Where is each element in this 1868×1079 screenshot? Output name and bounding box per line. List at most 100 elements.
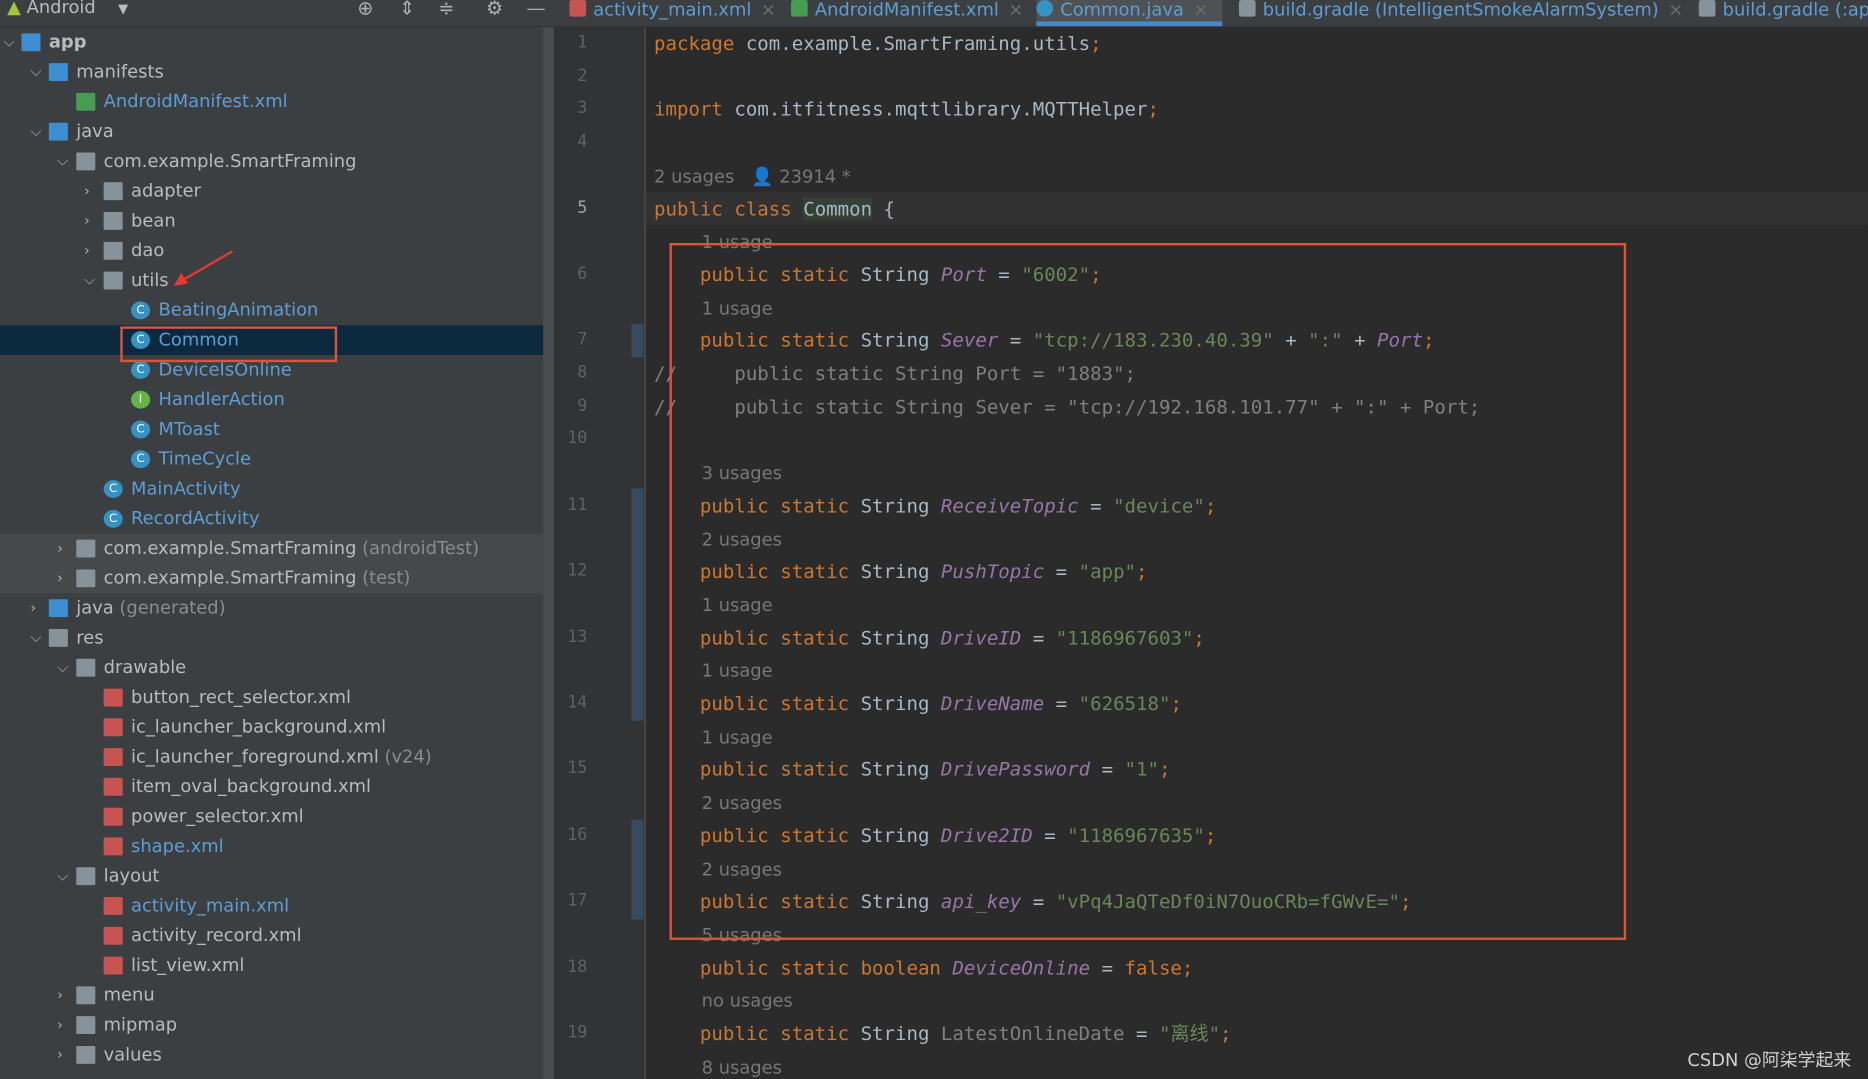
chevron-down-icon[interactable]: ⌵ <box>57 653 68 683</box>
tree-item-power-selector-xml[interactable]: power_selector.xml <box>0 802 543 832</box>
gear-icon[interactable]: ⚙ <box>486 0 503 19</box>
tree-item-com-example-smartframing[interactable]: › com.example.SmartFraming (test) <box>0 563 544 594</box>
tab-build-gradle-intelligentsmokealarmsystem-[interactable]: build.gradle (IntelligentSmokeAlarmSyste… <box>1238 0 1683 26</box>
chevron-down-icon[interactable]: ⌵ <box>30 57 41 87</box>
chevron-down-icon[interactable]: ⌵ <box>30 117 41 147</box>
line-number: 1 <box>577 33 588 53</box>
chevron-right-icon[interactable]: › <box>57 534 63 564</box>
tree-item-ic-launcher-background-xml[interactable]: ic_launcher_background.xml <box>0 712 543 742</box>
close-icon[interactable]: × <box>1193 0 1208 20</box>
tree-item-adapter[interactable]: › adapter <box>0 176 543 206</box>
chevron-down-icon[interactable]: ⌵ <box>57 861 68 891</box>
class-icon <box>1036 0 1054 17</box>
manifest-icon <box>76 92 96 111</box>
usage-hint[interactable]: no usages <box>702 989 793 1013</box>
code-line[interactable]: package com.example.SmartFraming.utils; <box>654 32 1102 56</box>
chevron-right-icon[interactable]: › <box>84 176 90 206</box>
chevron-down-icon[interactable]: ⌵ <box>57 147 68 177</box>
tree-item-mtoast[interactable]: C MToast <box>0 415 543 445</box>
folder-icon <box>76 152 96 171</box>
tree-item-res[interactable]: ⌵ res <box>0 623 543 653</box>
tree-item-button-rect-selector-xml[interactable]: button_rect_selector.xml <box>0 683 543 713</box>
line-number: 5 <box>577 198 588 218</box>
tab-build-gradle-ap[interactable]: build.gradle (:ap <box>1698 0 1868 26</box>
line-number: 8 <box>577 363 588 383</box>
line-number: 3 <box>577 99 588 119</box>
close-icon[interactable]: × <box>761 0 776 20</box>
tree-item-activity-main-xml[interactable]: activity_main.xml <box>0 891 543 921</box>
usage-hint[interactable]: 2 usages 👤 23914 * <box>654 164 851 188</box>
tree-item-bean[interactable]: › bean <box>0 206 543 236</box>
folder-icon <box>76 539 96 558</box>
chevron-down-icon[interactable]: ⌵ <box>4 27 15 57</box>
code-line[interactable]: import com.itfitness.mqttlibrary.MQTTHel… <box>654 98 1159 122</box>
tree-item-mipmap[interactable]: › mipmap <box>0 1010 543 1040</box>
xml-file-icon <box>103 748 123 767</box>
tree-item-list-view-xml[interactable]: list_view.xml <box>0 951 543 981</box>
chevron-down-icon: ▼ <box>118 1 129 17</box>
xml-file-icon <box>103 718 123 737</box>
tree-item-beatinganimation[interactable]: C BeatingAnimation <box>0 295 543 325</box>
tree-item-handleraction[interactable]: I HandlerAction <box>0 385 543 415</box>
xml-file-icon <box>103 807 123 826</box>
tab-common-java[interactable]: Common.java × <box>1036 0 1223 27</box>
xml-file-icon <box>103 777 123 796</box>
project-tree: ⌵ app ⌵ manifests AndroidManifest.xml ⌵ java ⌵ c… <box>0 27 554 1079</box>
chevron-right-icon[interactable]: › <box>30 593 36 623</box>
red-arrow-icon <box>173 250 233 286</box>
usage-hint[interactable]: 8 usages <box>702 1055 782 1079</box>
tree-item-com-example-smartframing[interactable]: › com.example.SmartFraming (androidTest) <box>0 533 544 564</box>
folder-icon <box>48 122 68 141</box>
tree-item-timecycle[interactable]: C TimeCycle <box>0 444 543 474</box>
code-line[interactable]: public static String LatestOnlineDate = … <box>654 1022 1232 1046</box>
chevron-right-icon[interactable]: › <box>57 1040 63 1070</box>
tab-activity-main-xml[interactable]: activity_main.xml × <box>569 0 776 26</box>
tree-item-dao[interactable]: › dao <box>0 236 543 266</box>
sidebar-scrollbar[interactable] <box>543 27 554 1079</box>
tree-item-mainactivity[interactable]: C MainActivity <box>0 474 543 504</box>
code-token: = <box>1124 1022 1159 1045</box>
folder-icon <box>76 569 96 588</box>
line-number: 12 <box>567 561 588 581</box>
minimize-icon[interactable]: — <box>527 0 546 19</box>
tree-item-activity-record-xml[interactable]: activity_record.xml <box>0 921 543 951</box>
tree-item-java[interactable]: ⌵ java <box>0 117 543 147</box>
chevron-right-icon[interactable]: › <box>57 563 63 593</box>
chevron-right-icon[interactable]: › <box>57 1010 63 1040</box>
code-line[interactable]: public class Common { <box>654 197 895 221</box>
tree-item-com-example-smartframing[interactable]: ⌵ com.example.SmartFraming <box>0 147 543 177</box>
project-view-selector[interactable]: ▲ Android ▼ <box>7 0 128 18</box>
chevron-down-icon[interactable]: ⌵ <box>30 623 41 653</box>
expand-all-icon[interactable]: ⇕ <box>399 0 415 19</box>
tree-item-androidmanifest-xml[interactable]: AndroidManifest.xml <box>0 87 543 117</box>
tree-item-item-oval-background-xml[interactable]: item_oval_background.xml <box>0 772 543 802</box>
chevron-right-icon[interactable]: › <box>84 236 90 266</box>
tree-item-shape-xml[interactable]: shape.xml <box>0 832 543 862</box>
crosshair-icon[interactable]: ⊕ <box>357 0 373 19</box>
tree-item-utils[interactable]: ⌵ utils <box>0 266 543 296</box>
change-marker <box>631 488 644 721</box>
collapse-all-icon[interactable]: ≑ <box>438 0 454 19</box>
code-line[interactable]: public static boolean DeviceOnline = fal… <box>654 956 1193 980</box>
chevron-down-icon[interactable]: ⌵ <box>84 266 95 296</box>
tab-androidmanifest-xml[interactable]: AndroidManifest.xml × <box>791 0 1023 26</box>
code-token: LatestOnlineDate <box>940 1022 1125 1045</box>
close-icon[interactable]: × <box>1008 0 1023 20</box>
tree-item-app[interactable]: ⌵ app <box>0 27 543 57</box>
chevron-right-icon[interactable]: › <box>84 206 90 236</box>
line-number: 4 <box>577 132 588 152</box>
tree-item-recordactivity[interactable]: C RecordActivity <box>0 504 543 534</box>
code-token: package <box>654 32 746 55</box>
tree-item-ic-launcher-foreground-xml[interactable]: ic_launcher_foreground.xml (v24) <box>0 742 543 772</box>
tree-item-menu[interactable]: › menu <box>0 980 543 1010</box>
tree-item-values[interactable]: › values <box>0 1040 543 1070</box>
chevron-right-icon[interactable]: › <box>57 980 63 1010</box>
tree-item-manifests[interactable]: ⌵ manifests <box>0 57 543 87</box>
class-icon: C <box>103 509 123 528</box>
close-icon[interactable]: × <box>1668 0 1683 20</box>
tree-item-drawable[interactable]: ⌵ drawable <box>0 653 543 683</box>
tree-item-layout[interactable]: ⌵ layout <box>0 861 543 891</box>
highlight-box-common <box>120 326 338 363</box>
tree-item-java[interactable]: › java (generated) <box>0 593 543 623</box>
line-number: 10 <box>567 429 588 449</box>
